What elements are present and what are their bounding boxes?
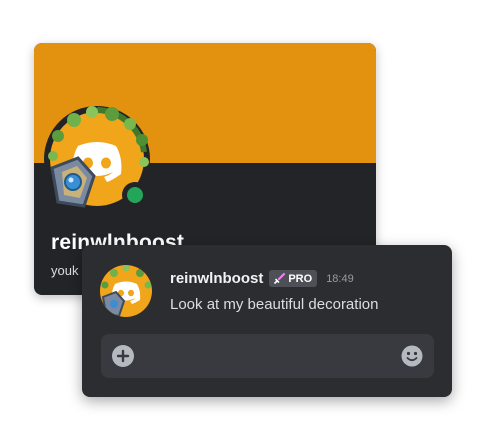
profile-username: youk bbox=[51, 263, 79, 278]
message-avatar[interactable] bbox=[100, 265, 152, 317]
online-status-icon bbox=[122, 182, 148, 208]
emoji-button[interactable] bbox=[401, 345, 423, 367]
profile-avatar[interactable] bbox=[44, 106, 150, 212]
add-attachment-button[interactable] bbox=[112, 345, 134, 367]
avatar-decoration-icon bbox=[101, 265, 152, 317]
message-author-name[interactable]: reinwlnboost bbox=[170, 270, 263, 287]
pro-badge-label: PRO bbox=[288, 272, 313, 285]
message-content: Look at my beautiful decoration bbox=[170, 296, 379, 313]
message-input-bar[interactable] bbox=[101, 334, 434, 378]
plus-circle-icon bbox=[116, 349, 130, 363]
smiley-icon bbox=[401, 345, 423, 367]
message-header: reinwlnboost PRO 18:49 bbox=[170, 270, 354, 287]
pro-badge[interactable]: PRO bbox=[269, 270, 318, 287]
chat-message-card: reinwlnboost PRO 18:49 Look at my beauti… bbox=[82, 245, 452, 397]
message-timestamp: 18:49 bbox=[326, 272, 354, 285]
sword-icon bbox=[274, 273, 286, 284]
